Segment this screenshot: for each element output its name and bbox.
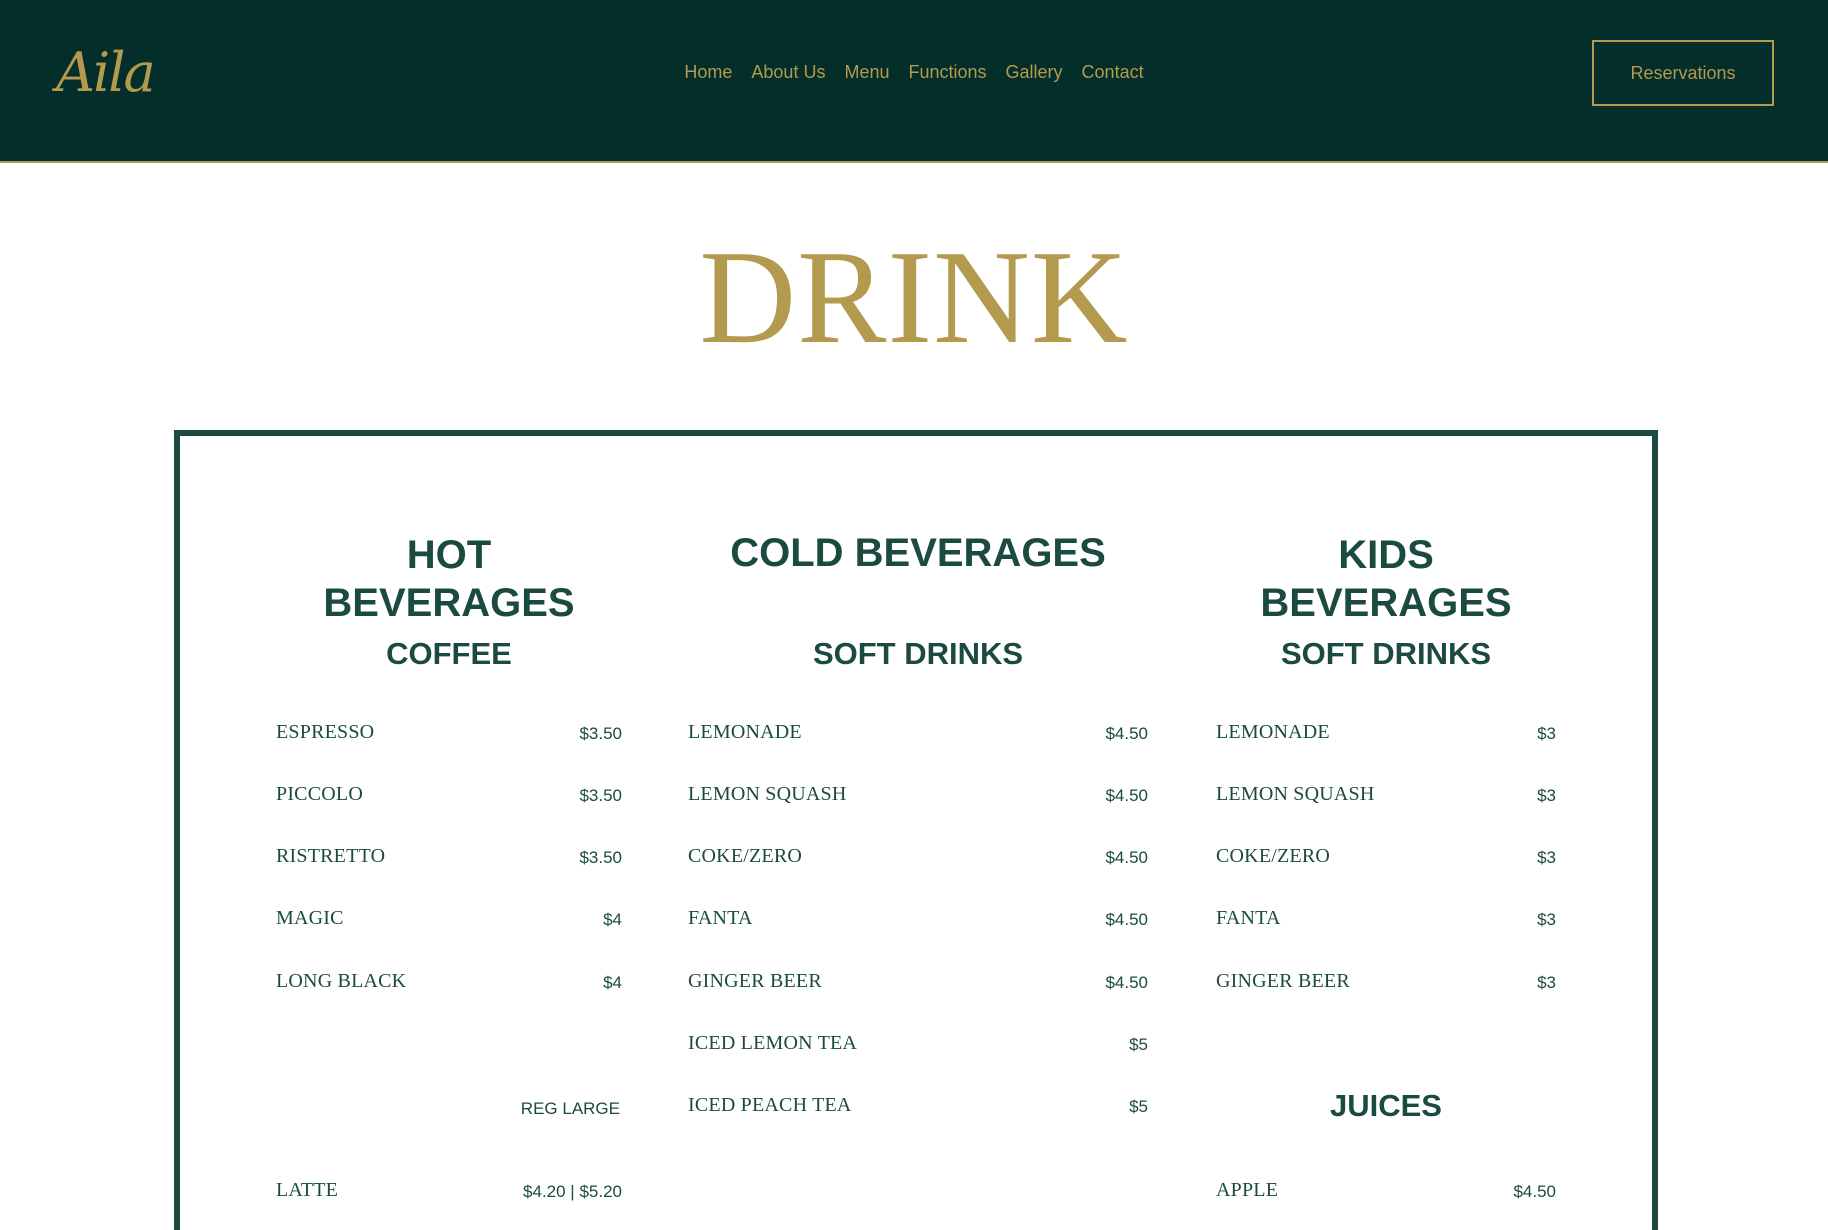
section-title: JUICES xyxy=(1330,1088,1442,1123)
item-name: LEMON SQUASH xyxy=(1216,783,1375,805)
item-name: ESPRESSO xyxy=(276,721,375,743)
item-price: $5 xyxy=(1129,1035,1148,1054)
section-title: COFFEE xyxy=(386,636,512,671)
item-name: PICCOLO xyxy=(276,783,363,805)
item-price: $3 xyxy=(1537,910,1556,929)
item-price: $5 xyxy=(1129,1097,1148,1116)
nav-functions[interactable]: Functions xyxy=(908,59,986,85)
item-price: $3 xyxy=(1537,848,1556,867)
item-name: LEMONADE xyxy=(688,721,802,743)
item-price: $3 xyxy=(1537,724,1556,743)
menu-item: MAGIC $4 xyxy=(276,905,622,935)
item-name: LONG BLACK xyxy=(276,970,407,992)
item-name: MAGIC xyxy=(276,907,344,929)
section-title: SOFT DRINKS xyxy=(1280,636,1492,671)
item-name: GINGER BEER xyxy=(688,970,822,992)
item-name: GINGER BEER xyxy=(1216,970,1350,992)
item-price: $3.50 xyxy=(579,848,622,867)
item-price: $4 xyxy=(603,973,622,992)
nav-menu[interactable]: Menu xyxy=(844,59,889,85)
size-header: REG LARGE xyxy=(520,1099,620,1118)
menu-item: LEMON SQUASH $4.50 xyxy=(688,781,1148,811)
item-name: COKE/ZERO xyxy=(1216,845,1331,867)
item-name: ICED LEMON TEA xyxy=(688,1032,858,1054)
menu-card: HOT BEVERAGES COFFEE ESPRESSO $3.50 PICC… xyxy=(174,430,1658,1230)
menu-item: COKE/ZERO $3 xyxy=(1216,843,1556,873)
main-nav: Home About Us Menu Functions Gallery Con… xyxy=(0,59,1828,85)
item-price: $3 xyxy=(1537,786,1556,805)
item-name: LEMON SQUASH xyxy=(688,783,847,805)
item-price: $4.50 xyxy=(1105,973,1148,992)
nav-contact[interactable]: Contact xyxy=(1082,59,1144,85)
item-price: $3.50 xyxy=(579,724,622,743)
item-price: $3.50 xyxy=(579,786,622,805)
item-name: RISTRETTO xyxy=(276,845,386,867)
item-name: COKE/ZERO xyxy=(688,845,803,867)
site-header: Aila Home About Us Menu Functions Galler… xyxy=(0,0,1828,163)
column-title: HOT BEVERAGES xyxy=(323,533,575,625)
item-name: FANTA xyxy=(688,907,753,929)
item-name: APPLE xyxy=(1216,1179,1279,1201)
menu-item: RISTRETTO $3.50 xyxy=(276,843,622,873)
item-price: $3 xyxy=(1537,973,1556,992)
menu-item: PICCOLO $3.50 xyxy=(276,781,622,811)
section-title: SOFT DRINKS xyxy=(812,636,1024,671)
item-price: $4.50 xyxy=(1105,786,1148,805)
menu-item: LEMON SQUASH $3 xyxy=(1216,781,1556,811)
column-title: COLD BEVERAGES xyxy=(730,531,1106,575)
menu-item: LEMONADE $4.50 xyxy=(688,719,1148,749)
menu-item: ESPRESSO $3.50 xyxy=(276,719,622,749)
page-title: DRINK xyxy=(699,223,1129,371)
menu-item: FANTA $3 xyxy=(1216,905,1556,935)
item-name: LATTE xyxy=(276,1179,339,1201)
menu-item: ICED PEACH TEA $5 xyxy=(688,1092,1148,1122)
menu-item: LEMONADE $3 xyxy=(1216,719,1556,749)
item-name: FANTA xyxy=(1216,907,1281,929)
menu-item: COKE/ZERO $4.50 xyxy=(688,843,1148,873)
item-price: $4.50 xyxy=(1105,724,1148,743)
item-price: $4.50 xyxy=(1105,910,1148,929)
nav-about-us[interactable]: About Us xyxy=(751,59,825,85)
item-price: $4.50 xyxy=(1513,1182,1556,1201)
reservations-button[interactable]: Reservations xyxy=(1592,40,1774,106)
menu-item: LONG BLACK $4 xyxy=(276,968,622,998)
menu-item: FANTA $4.50 xyxy=(688,905,1148,935)
nav-gallery[interactable]: Gallery xyxy=(1006,59,1063,85)
item-price: $4.50 xyxy=(1105,848,1148,867)
column-title: KIDS BEVERAGES xyxy=(1260,533,1512,625)
nav-home[interactable]: Home xyxy=(684,59,732,85)
item-price: $4.20 | $5.20 xyxy=(523,1182,622,1201)
menu-item: GINGER BEER $3 xyxy=(1216,968,1556,998)
item-price: $4 xyxy=(603,910,622,929)
item-name: LEMONADE xyxy=(1216,721,1330,743)
item-name: ICED PEACH TEA xyxy=(688,1094,852,1116)
menu-item: ICED LEMON TEA $5 xyxy=(688,1030,1148,1060)
menu-item: GINGER BEER $4.50 xyxy=(688,968,1148,998)
